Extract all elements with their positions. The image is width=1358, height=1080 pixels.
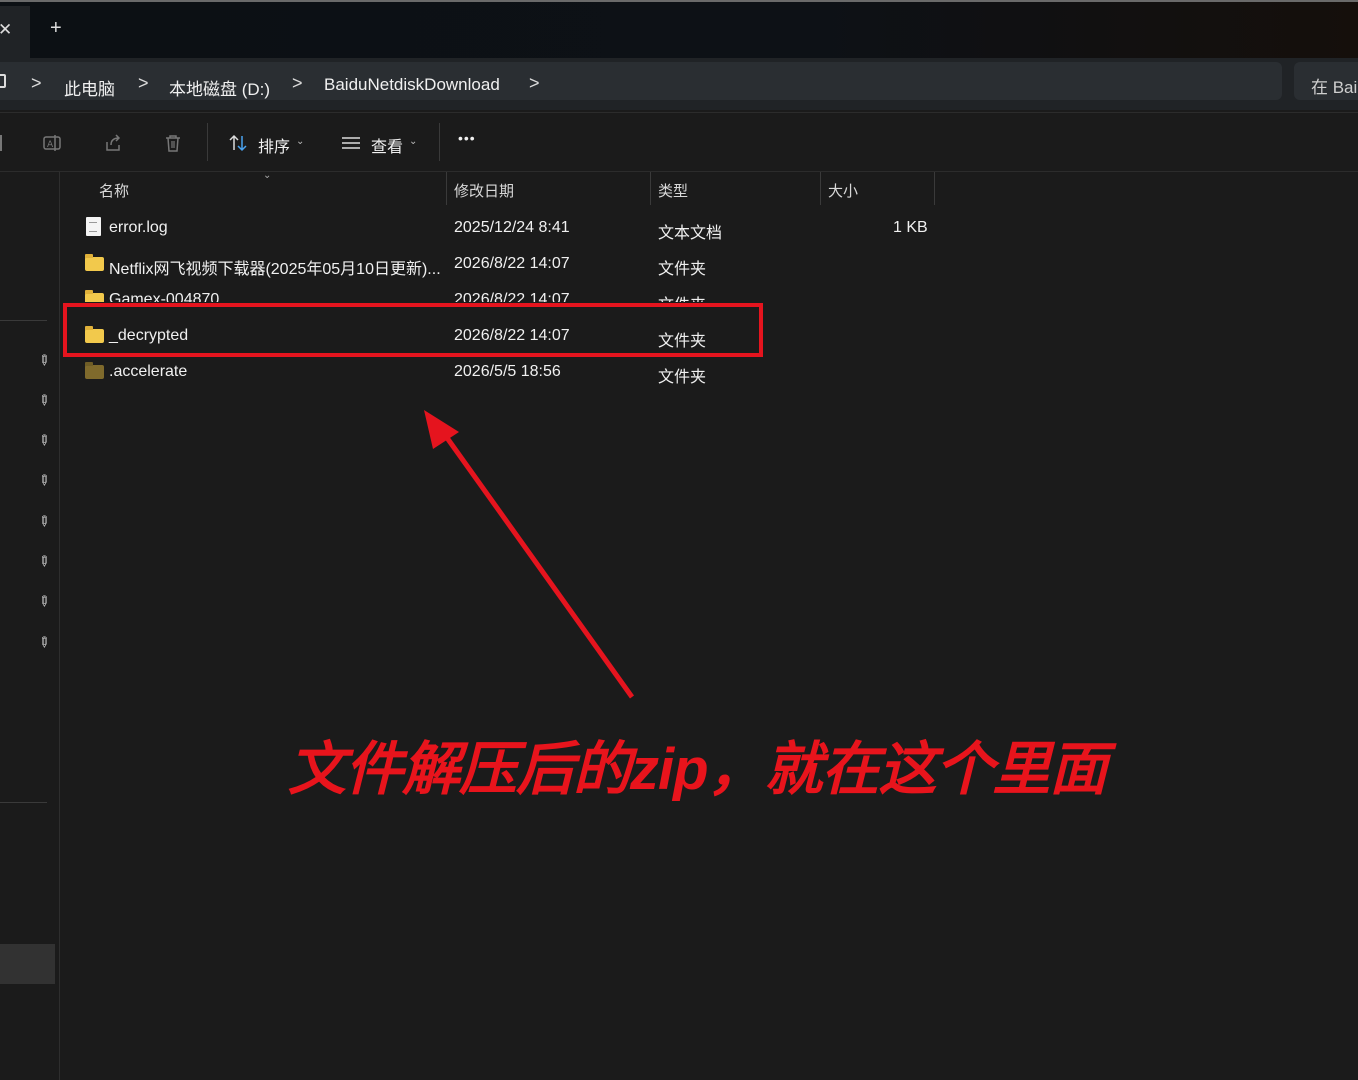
annotation-text: 文件解压后的zip，就在这个里面 — [288, 737, 1108, 802]
annotation-arrow — [424, 410, 635, 699]
